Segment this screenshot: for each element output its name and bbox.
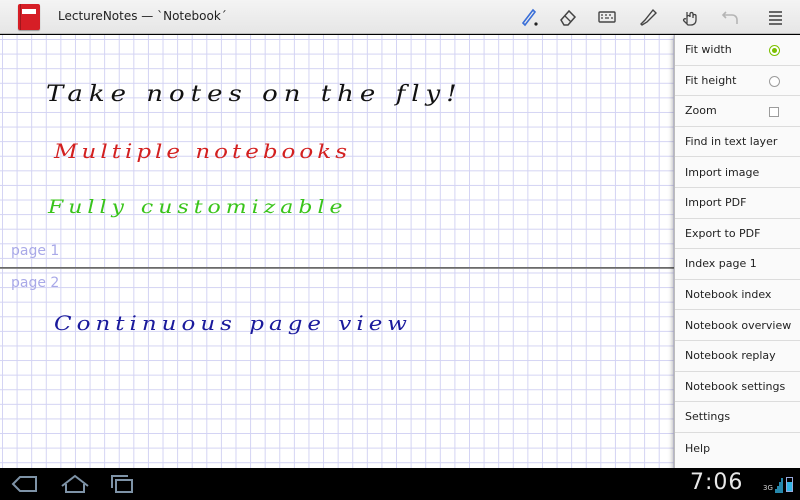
menu-item-label: Notebook settings xyxy=(685,379,786,393)
menu-item-label: Find in text layer xyxy=(685,135,778,149)
menu-item-import-pdf[interactable]: Import PDF xyxy=(675,188,800,219)
menu-item-label: Settings xyxy=(685,410,731,424)
menu-item-label: Help xyxy=(685,441,711,455)
menu-item-label: Notebook index xyxy=(685,288,772,302)
menu-item-settings[interactable]: Settings xyxy=(675,402,800,433)
app-title: LectureNotes — `Notebook´ xyxy=(58,9,227,23)
menu-item-notebook-index[interactable]: Notebook index xyxy=(675,280,800,311)
menu-item-label: Export to PDF xyxy=(685,226,761,240)
system-bar: 7:06 3G xyxy=(0,468,800,500)
menu-item-label: Zoom xyxy=(685,104,717,118)
menu-item-notebook-settings[interactable]: Notebook settings xyxy=(675,372,800,403)
keyboard-icon[interactable] xyxy=(594,4,620,30)
pen-icon[interactable] xyxy=(516,4,542,30)
menu-item-label: Fit height xyxy=(685,73,737,87)
menu-item-label: Index page 1 xyxy=(685,257,757,271)
notebook-app-icon[interactable] xyxy=(18,4,40,30)
menu-item-label: Import PDF xyxy=(685,196,747,210)
undo-icon[interactable] xyxy=(717,4,743,30)
handwriting-line-4: Continuous page view xyxy=(54,312,412,335)
recent-apps-icon[interactable] xyxy=(106,473,140,495)
hand-icon[interactable] xyxy=(676,4,702,30)
home-icon[interactable] xyxy=(58,473,92,495)
handwriting-line-3: Fully customizable xyxy=(48,196,348,218)
back-icon[interactable] xyxy=(8,473,42,495)
menu-item-help[interactable]: Help xyxy=(675,433,800,464)
menu-item-notebook-replay[interactable]: Notebook replay xyxy=(675,341,800,372)
menu-item-import-image[interactable]: Import image xyxy=(675,157,800,188)
menu-item-label: Import image xyxy=(685,165,760,179)
signal-icon xyxy=(775,476,783,494)
radio-unchecked[interactable] xyxy=(769,75,780,87)
menu-item-label: Notebook overview xyxy=(685,318,792,332)
network-type: 3G xyxy=(763,484,773,492)
menu-item-label: Notebook replay xyxy=(685,349,776,363)
eraser-icon[interactable] xyxy=(555,4,581,30)
menu-item-notebook-overview[interactable]: Notebook overview xyxy=(675,310,800,341)
menu-item-export-to-pdf[interactable]: Export to PDF xyxy=(675,219,800,250)
overflow-menu-icon[interactable] xyxy=(762,4,788,30)
overflow-menu: Fit width Fit height Zoom Find in text l… xyxy=(674,35,800,468)
handwriting-line-1: Take notes on the fly! xyxy=(46,81,463,108)
menu-item-fit-width[interactable]: Fit width xyxy=(675,35,800,66)
clock: 7:06 xyxy=(690,470,744,495)
menu-item-fit-height[interactable]: Fit height xyxy=(675,66,800,97)
menu-item-find-in-text-layer[interactable]: Find in text layer xyxy=(675,127,800,158)
highlighter-icon[interactable] xyxy=(635,4,661,30)
battery-icon xyxy=(786,477,793,492)
radio-checked[interactable] xyxy=(769,45,780,56)
handwriting-line-2: Multiple notebooks xyxy=(54,140,351,163)
menu-item-index-page[interactable]: Index page 1 xyxy=(675,249,800,280)
action-bar: LectureNotes — `Notebook´ xyxy=(0,0,800,34)
checkbox-unchecked[interactable] xyxy=(769,107,779,118)
menu-item-zoom[interactable]: Zoom xyxy=(675,96,800,127)
menu-item-label: Fit width xyxy=(685,43,732,57)
